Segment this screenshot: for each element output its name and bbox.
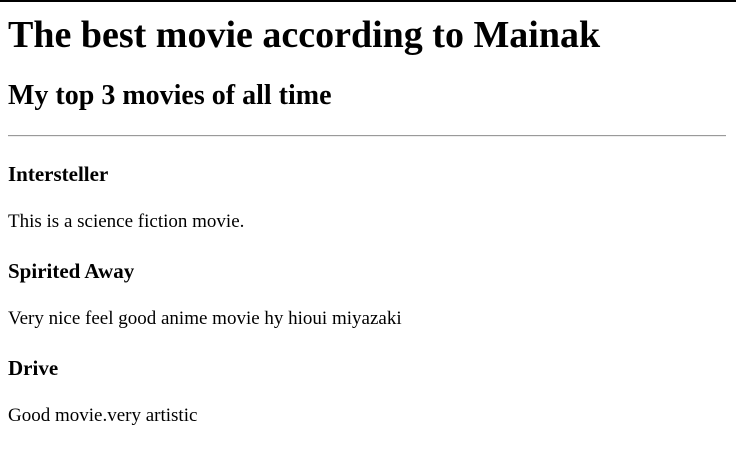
- movie-description-drive: Good movie.very artistic: [8, 405, 198, 426]
- page-subtitle: My top 3 movies of all time: [8, 80, 332, 111]
- movie-title-spirited-away: Spirited Away: [8, 259, 135, 283]
- page-content: The best movie according to Mainak My to…: [0, 2, 736, 427]
- divider: [8, 135, 726, 137]
- movie-list: Intersteller This is a science fiction m…: [8, 162, 726, 427]
- movie-description-spirited-away: Very nice feel good anime movie hy hioui…: [8, 308, 402, 329]
- movie-title-drive: Drive: [8, 356, 59, 380]
- movie-description-interstellar: This is a science fiction movie.: [8, 211, 245, 232]
- page-title: The best movie according to Mainak: [8, 14, 601, 56]
- movie-title-interstellar: Intersteller: [8, 162, 109, 186]
